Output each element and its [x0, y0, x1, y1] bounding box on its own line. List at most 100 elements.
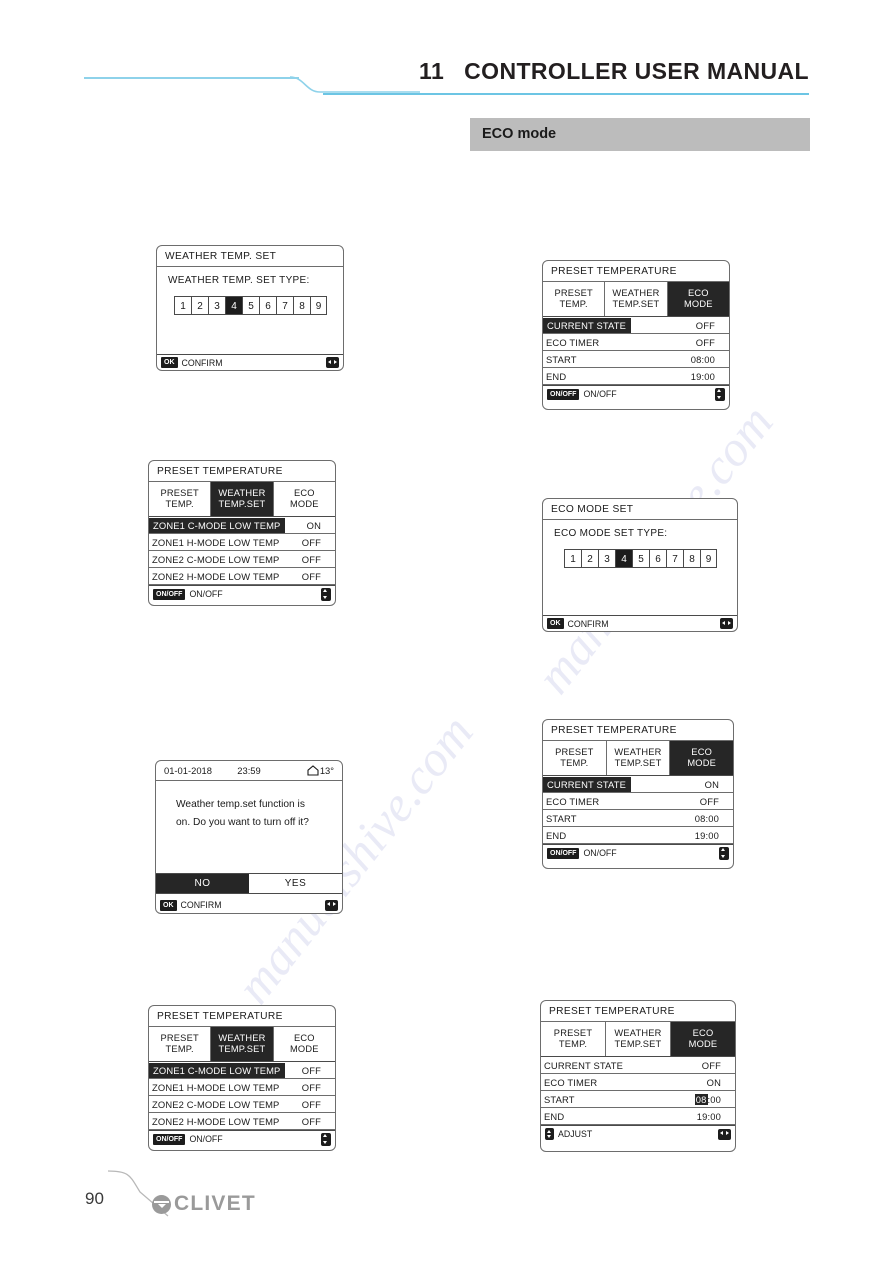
- number-cell[interactable]: 2: [581, 549, 598, 568]
- tab-bar[interactable]: PRESET TEMP. WEATHER TEMP.SET ECO MODE: [149, 482, 335, 517]
- left-right-arrows-icon[interactable]: [325, 899, 338, 911]
- tab-preset-temp[interactable]: PRESET TEMP.: [543, 282, 606, 316]
- number-cell[interactable]: 6: [649, 549, 666, 568]
- table-row[interactable]: ZONE1 H-MODE LOW TEMP OFF: [149, 1079, 335, 1096]
- table-row[interactable]: ZONE2 C-MODE LOW TEMP OFF: [149, 551, 335, 568]
- number-cell[interactable]: 8: [683, 549, 700, 568]
- number-cell[interactable]: 9: [700, 549, 717, 568]
- tab-bar[interactable]: PRESET TEMP. WEATHER TEMP.SET ECO MODE: [541, 1022, 735, 1057]
- row-label: ECO TIMER: [544, 1076, 598, 1088]
- number-cell[interactable]: 7: [276, 296, 293, 315]
- yes-button[interactable]: YES: [249, 874, 342, 893]
- number-cell-selected[interactable]: 4: [225, 296, 242, 315]
- table-row[interactable]: START 08:00: [543, 351, 729, 368]
- table-row[interactable]: END 19:00: [543, 368, 729, 385]
- ok-key-icon[interactable]: OK: [161, 357, 178, 368]
- table-row[interactable]: CURRENT STATE OFF: [543, 317, 729, 334]
- onoff-key-icon[interactable]: ON/OFF: [153, 1133, 186, 1145]
- row-label: ZONE2 H-MODE LOW TEMP: [152, 1115, 280, 1127]
- tab-weather-temp-set[interactable]: WEATHER TEMP.SET: [605, 282, 668, 316]
- number-cell[interactable]: 9: [310, 296, 327, 315]
- table-row[interactable]: ZONE2 H-MODE LOW TEMP OFF: [149, 1113, 335, 1130]
- onoff-key-icon[interactable]: ON/OFF: [153, 588, 186, 600]
- number-cell[interactable]: 7: [666, 549, 683, 568]
- up-down-arrows-icon[interactable]: [321, 1132, 331, 1146]
- table-row[interactable]: END 19:00: [543, 827, 733, 844]
- tab-eco-mode[interactable]: ECO MODE: [671, 1022, 735, 1056]
- table-row[interactable]: END 19:00: [541, 1108, 735, 1125]
- number-cell[interactable]: 2: [191, 296, 208, 315]
- ok-key-icon[interactable]: OK: [547, 618, 564, 629]
- lcd-eco-state-off[interactable]: PRESET TEMPERATURE PRESET TEMP. WEATHER …: [542, 260, 730, 410]
- table-row[interactable]: CURRENT STATE OFF: [541, 1057, 735, 1074]
- tab-bar[interactable]: PRESET TEMP. WEATHER TEMP.SET ECO MODE: [149, 1027, 335, 1062]
- tab-label-line2: MODE: [289, 499, 319, 509]
- number-cell[interactable]: 3: [598, 549, 615, 568]
- tab-weather-temp-set[interactable]: WEATHER TEMP.SET: [211, 1027, 274, 1061]
- table-row[interactable]: ZONE1 C-MODE LOW TEMP ON: [149, 517, 335, 534]
- number-cell[interactable]: 5: [632, 549, 649, 568]
- minute-field[interactable]: :00: [708, 1094, 721, 1105]
- up-down-arrows-icon[interactable]: [545, 1128, 554, 1140]
- tab-preset-temp[interactable]: PRESET TEMP.: [543, 741, 607, 775]
- tab-weather-temp-set[interactable]: WEATHER TEMP.SET: [211, 482, 274, 516]
- tab-eco-mode[interactable]: ECO MODE: [667, 282, 729, 316]
- left-right-arrows-icon[interactable]: [326, 357, 339, 368]
- lcd-preset-weather-zones-off[interactable]: PRESET TEMPERATURE PRESET TEMP. WEATHER …: [148, 1005, 336, 1151]
- tab-preset-temp[interactable]: PRESET TEMP.: [149, 482, 212, 516]
- number-cell[interactable]: 8: [293, 296, 310, 315]
- dialog-buttons[interactable]: NO YES: [156, 873, 342, 894]
- hour-field-selected[interactable]: 08: [694, 1093, 708, 1105]
- tab-weather-temp-set[interactable]: WEATHER TEMP.SET: [606, 1022, 671, 1056]
- tab-label-line1: PRESET: [553, 1028, 593, 1038]
- lcd-confirm-dialog[interactable]: 01-01-2018 23:59 13° Weather temp.set fu…: [155, 760, 343, 914]
- number-cell-selected[interactable]: 4: [615, 549, 632, 568]
- left-right-arrows-icon[interactable]: [718, 1128, 731, 1140]
- tab-eco-mode[interactable]: ECO MODE: [670, 741, 733, 775]
- table-row[interactable]: CURRENT STATE ON: [543, 776, 733, 793]
- up-down-arrows-icon[interactable]: [321, 587, 331, 601]
- table-row[interactable]: START 08:00: [543, 810, 733, 827]
- number-cell[interactable]: 5: [242, 296, 259, 315]
- tab-weather-temp-set[interactable]: WEATHER TEMP.SET: [607, 741, 671, 775]
- onoff-key-icon[interactable]: ON/OFF: [547, 388, 580, 400]
- up-down-arrows-icon[interactable]: [719, 846, 729, 860]
- footer-label: CONFIRM: [567, 618, 609, 629]
- table-row[interactable]: ECO TIMER OFF: [543, 334, 729, 351]
- page-title: 11 CONTROLLER USER MANUAL: [419, 58, 809, 85]
- table-row[interactable]: ZONE2 C-MODE LOW TEMP OFF: [149, 1096, 335, 1113]
- tab-eco-mode[interactable]: ECO MODE: [274, 482, 335, 516]
- tab-preset-temp[interactable]: PRESET TEMP.: [541, 1022, 606, 1056]
- table-row[interactable]: ECO TIMER ON: [541, 1074, 735, 1091]
- number-selector[interactable]: 1 2 3 4 5 6 7 8 9: [554, 549, 727, 568]
- number-cell[interactable]: 1: [174, 296, 191, 315]
- left-right-arrows-icon[interactable]: [720, 618, 733, 629]
- lcd-eco-timer-adjust[interactable]: PRESET TEMPERATURE PRESET TEMP. WEATHER …: [540, 1000, 736, 1152]
- tab-bar[interactable]: PRESET TEMP. WEATHER TEMP.SET ECO MODE: [543, 741, 733, 776]
- tab-preset-temp[interactable]: PRESET TEMP.: [149, 1027, 212, 1061]
- lcd-eco-mode-set[interactable]: ECO MODE SET ECO MODE SET TYPE: 1 2 3 4 …: [542, 498, 738, 632]
- outdoor-temp: 13°: [307, 765, 334, 776]
- lcd-footer: ON/OFF ON/OFF: [149, 1130, 335, 1147]
- lcd-weather-temp-set[interactable]: WEATHER TEMP. SET WEATHER TEMP. SET TYPE…: [156, 245, 344, 371]
- number-cell[interactable]: 3: [208, 296, 225, 315]
- tab-label-line2: MODE: [687, 758, 717, 768]
- table-row[interactable]: ZONE2 H-MODE LOW TEMP OFF: [149, 568, 335, 585]
- table-row[interactable]: ZONE1 H-MODE LOW TEMP OFF: [149, 534, 335, 551]
- number-cell[interactable]: 6: [259, 296, 276, 315]
- number-selector[interactable]: 1 2 3 4 5 6 7 8 9: [168, 296, 333, 315]
- table-row[interactable]: ECO TIMER OFF: [543, 793, 733, 810]
- row-value[interactable]: 08:00: [694, 1093, 729, 1105]
- no-button[interactable]: NO: [156, 874, 249, 893]
- up-down-arrows-icon[interactable]: [715, 387, 725, 401]
- tab-bar[interactable]: PRESET TEMP. WEATHER TEMP.SET ECO MODE: [543, 282, 729, 317]
- number-cell[interactable]: 1: [564, 549, 581, 568]
- tab-eco-mode[interactable]: ECO MODE: [274, 1027, 335, 1061]
- onoff-key-icon[interactable]: ON/OFF: [547, 847, 580, 859]
- lcd-eco-state-on[interactable]: PRESET TEMPERATURE PRESET TEMP. WEATHER …: [542, 719, 734, 869]
- table-row[interactable]: ZONE1 C-MODE LOW TEMP OFF: [149, 1062, 335, 1079]
- tab-label-line2: TEMP.: [165, 499, 194, 509]
- ok-key-icon[interactable]: OK: [160, 899, 177, 911]
- lcd-preset-weather-zones-on[interactable]: PRESET TEMPERATURE PRESET TEMP. WEATHER …: [148, 460, 336, 606]
- table-row-editing[interactable]: START 08:00: [541, 1091, 735, 1108]
